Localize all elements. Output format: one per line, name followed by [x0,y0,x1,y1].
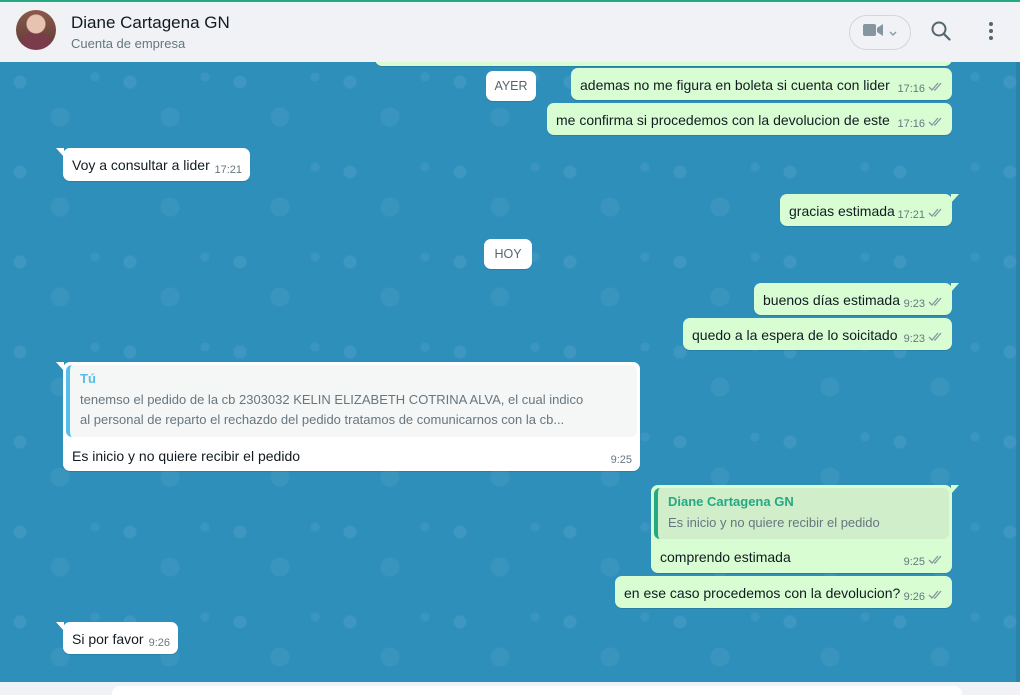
message-incoming-reply[interactable]: Tú tenemso el pedido de la cb 2303032 KE… [56,362,640,471]
video-call-button[interactable] [849,15,911,50]
message-outgoing[interactable]: me confirma si procedemos con la devoluc… [547,103,952,135]
message-text: quedo a la espera de lo soicitado [692,327,898,343]
quoted-message[interactable]: Diane Cartagena GN Es inicio y no quiere… [654,488,949,539]
message-meta: 9:26 [149,637,170,649]
message-meta: 9:25 [904,555,944,568]
message-outgoing[interactable]: ademas no me figura en boleta si cuenta … [571,68,952,100]
double-check-icon [928,590,944,603]
message-time: 17:16 [897,117,925,130]
message-text: comprendo estimada [660,549,791,565]
date-divider-label: HOY [494,247,522,261]
message-time: 9:25 [610,454,632,466]
search-button[interactable] [926,18,956,48]
double-check-icon [928,117,944,130]
quoted-line: Es inicio y no quiere recibir el pedido [668,515,880,530]
message-outgoing[interactable]: buenos días estimada 9:23 [754,283,959,315]
message-time: 9:26 [903,590,925,603]
composer-bar [0,682,1020,695]
quoted-line: al personal de reparto el rechazdo del p… [80,412,565,427]
quoted-text: tenemso el pedido de la cb 2303032 KELIN… [80,390,627,430]
message-time: 9:25 [903,555,925,568]
message-time: 17:21 [214,164,242,176]
double-check-icon [928,82,944,95]
quoted-text: Es inicio y no quiere recibir el pedido [668,513,939,533]
video-camera-icon [863,23,883,42]
message-text: Es inicio y no quiere recibir el pedido [72,448,301,464]
message-meta: 9:23 [904,297,944,310]
contact-name[interactable]: Diane Cartagena GN [71,13,230,33]
message-meta: 9:26 [904,590,944,603]
message-text: Voy a consultar a lider [72,157,210,173]
double-check-icon [928,297,944,310]
message-time: 9:23 [903,297,925,310]
chevron-down-icon [889,24,897,42]
message-meta: 17:21 [897,208,944,221]
message-outgoing[interactable]: gracias estimada 17:21 [780,194,959,226]
message-meta: 9:23 [904,332,944,345]
message-meta: 9:25 [611,454,632,466]
message-bubble-partial[interactable] [375,62,952,66]
message-outgoing-reply[interactable]: Diane Cartagena GN Es inicio y no quiere… [651,485,959,573]
contact-subtitle: Cuenta de empresa [71,36,186,51]
kebab-menu-icon [988,21,994,46]
search-icon [931,21,951,46]
contact-avatar[interactable] [16,10,56,50]
message-text: buenos días estimada [763,292,900,308]
message-meta: 17:21 [214,164,242,176]
quoted-message[interactable]: Tú tenemso el pedido de la cb 2303032 KE… [66,365,637,437]
double-check-icon [928,208,944,221]
quoted-line: tenemso el pedido de la cb 2303032 KELIN… [80,392,584,407]
message-text: ademas no me figura en boleta si cuenta … [580,77,890,93]
date-divider-label: AYER [494,79,528,93]
message-time: 9:26 [148,637,170,649]
quoted-author: Tú [80,371,96,386]
menu-button[interactable] [976,18,1006,48]
message-incoming[interactable]: Voy a consultar a lider 17:21 [56,148,250,181]
message-outgoing[interactable]: en ese caso procedemos con la devolucion… [615,576,952,608]
message-meta: 17:16 [897,117,944,130]
double-check-icon [928,332,944,345]
chat-scrollbar[interactable] [1016,62,1020,682]
chat-area[interactable]: AYER ademas no me figura en boleta si cu… [0,62,1020,682]
message-time: 9:23 [903,332,925,345]
quoted-author: Diane Cartagena GN [668,494,794,509]
date-divider-today: HOY [484,239,532,269]
chat-header: Diane Cartagena GN Cuenta de empresa [0,0,1020,62]
message-input[interactable] [112,686,962,695]
message-outgoing[interactable]: quedo a la espera de lo soicitado 9:23 [683,318,952,350]
message-time: 17:16 [897,82,925,95]
message-incoming[interactable]: Si por favor 9:26 [56,622,178,654]
message-meta: 17:16 [897,82,944,95]
message-time: 17:21 [897,208,925,221]
double-check-icon [928,555,944,568]
message-text: en ese caso procedemos con la devolucion… [624,585,901,601]
message-text: me confirma si procedemos con la devoluc… [556,112,890,128]
date-divider-yesterday: AYER [486,71,536,101]
message-text: gracias estimada [789,203,895,219]
message-text: Si por favor [72,631,144,647]
